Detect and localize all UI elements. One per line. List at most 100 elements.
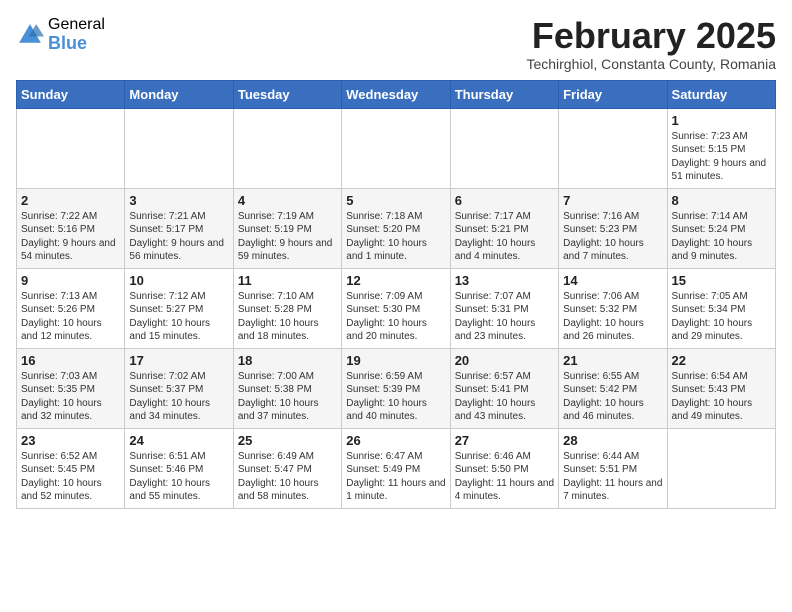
day-info: Sunrise: 7:06 AM Sunset: 5:32 PM Dayligh… bbox=[563, 290, 662, 344]
logo-icon bbox=[16, 21, 44, 49]
location: Techirghiol, Constanta County, Romania bbox=[526, 56, 776, 72]
calendar-week-row: 9 Sunrise: 7:13 AM Sunset: 5:26 PM Daylig… bbox=[17, 268, 776, 348]
calendar-cell: 28 Sunrise: 6:44 AM Sunset: 5:51 PM Dayli… bbox=[559, 428, 667, 508]
calendar-cell: 23Sunrise: 6:52 AM Sunset: 5:45 PM Dayli… bbox=[17, 428, 125, 508]
day-info: Sunrise: 7:19 AM Sunset: 5:19 PM Dayligh… bbox=[238, 210, 337, 264]
calendar-cell: 22 Sunrise: 6:54 AM Sunset: 5:43 PM Dayli… bbox=[667, 348, 775, 428]
calendar-cell: 7 Sunrise: 7:16 AM Sunset: 5:23 PM Daylig… bbox=[559, 188, 667, 268]
day-info: Sunrise: 7:02 AM Sunset: 5:37 PM Dayligh… bbox=[129, 370, 228, 424]
day-info: Sunrise: 6:57 AM Sunset: 5:41 PM Dayligh… bbox=[455, 370, 554, 424]
calendar-cell: 27Sunrise: 6:46 AM Sunset: 5:50 PM Dayli… bbox=[450, 428, 558, 508]
calendar-cell: 8 Sunrise: 7:14 AM Sunset: 5:24 PM Daylig… bbox=[667, 188, 775, 268]
day-info: Sunrise: 6:54 AM Sunset: 5:43 PM Dayligh… bbox=[672, 370, 771, 424]
calendar-cell: 25Sunrise: 6:49 AM Sunset: 5:47 PM Dayli… bbox=[233, 428, 341, 508]
day-number: 4 bbox=[238, 193, 337, 208]
calendar-week-row: 1 Sunrise: 7:23 AM Sunset: 5:15 PM Daylig… bbox=[17, 108, 776, 188]
page-header: General Blue February 2025 Techirghiol, … bbox=[16, 16, 776, 72]
day-info: Sunrise: 7:09 AM Sunset: 5:30 PM Dayligh… bbox=[346, 290, 445, 344]
calendar-cell: 15 Sunrise: 7:05 AM Sunset: 5:34 PM Dayli… bbox=[667, 268, 775, 348]
day-number: 23 bbox=[21, 433, 120, 448]
day-number: 2 bbox=[21, 193, 120, 208]
day-number: 18 bbox=[238, 353, 337, 368]
calendar-cell: 13 Sunrise: 7:07 AM Sunset: 5:31 PM Dayli… bbox=[450, 268, 558, 348]
day-number: 11 bbox=[238, 273, 337, 288]
logo: General Blue bbox=[16, 16, 105, 53]
calendar-cell bbox=[667, 428, 775, 508]
calendar-cell: 5 Sunrise: 7:18 AM Sunset: 5:20 PM Daylig… bbox=[342, 188, 450, 268]
day-number: 21 bbox=[563, 353, 662, 368]
day-info: Sunrise: 7:07 AM Sunset: 5:31 PM Dayligh… bbox=[455, 290, 554, 344]
calendar-cell: 10 Sunrise: 7:12 AM Sunset: 5:27 PM Dayli… bbox=[125, 268, 233, 348]
calendar-week-row: 2 Sunrise: 7:22 AM Sunset: 5:16 PM Daylig… bbox=[17, 188, 776, 268]
calendar-cell: 4 Sunrise: 7:19 AM Sunset: 5:19 PM Daylig… bbox=[233, 188, 341, 268]
day-number: 5 bbox=[346, 193, 445, 208]
day-number: 14 bbox=[563, 273, 662, 288]
day-number: 20 bbox=[455, 353, 554, 368]
weekday-header: Sunday bbox=[17, 80, 125, 108]
day-number: 6 bbox=[455, 193, 554, 208]
calendar-cell: 2 Sunrise: 7:22 AM Sunset: 5:16 PM Daylig… bbox=[17, 188, 125, 268]
calendar-cell: 26 Sunrise: 6:47 AM Sunset: 5:49 PM Dayli… bbox=[342, 428, 450, 508]
day-number: 9 bbox=[21, 273, 120, 288]
day-number: 16 bbox=[21, 353, 120, 368]
calendar-cell: 1 Sunrise: 7:23 AM Sunset: 5:15 PM Daylig… bbox=[667, 108, 775, 188]
day-info: Sunrise: 6:59 AM Sunset: 5:39 PM Dayligh… bbox=[346, 370, 445, 424]
day-info: Sunrise: 6:44 AM Sunset: 5:51 PM Dayligh… bbox=[563, 450, 662, 504]
weekday-header: Thursday bbox=[450, 80, 558, 108]
day-info: Sunrise: 7:12 AM Sunset: 5:27 PM Dayligh… bbox=[129, 290, 228, 344]
day-number: 12 bbox=[346, 273, 445, 288]
day-number: 13 bbox=[455, 273, 554, 288]
calendar-body: 1 Sunrise: 7:23 AM Sunset: 5:15 PM Daylig… bbox=[17, 108, 776, 508]
day-number: 15 bbox=[672, 273, 771, 288]
title-block: February 2025 Techirghiol, Constanta Cou… bbox=[526, 16, 776, 72]
day-number: 8 bbox=[672, 193, 771, 208]
calendar-cell: 17 Sunrise: 7:02 AM Sunset: 5:37 PM Dayli… bbox=[125, 348, 233, 428]
calendar-cell: 14 Sunrise: 7:06 AM Sunset: 5:32 PM Dayli… bbox=[559, 268, 667, 348]
day-number: 3 bbox=[129, 193, 228, 208]
day-info: Sunrise: 7:00 AM Sunset: 5:38 PM Dayligh… bbox=[238, 370, 337, 424]
calendar-cell: 12 Sunrise: 7:09 AM Sunset: 5:30 PM Dayli… bbox=[342, 268, 450, 348]
day-info: Sunrise: 6:55 AM Sunset: 5:42 PM Dayligh… bbox=[563, 370, 662, 424]
day-info: Sunrise: 7:13 AM Sunset: 5:26 PM Dayligh… bbox=[21, 290, 120, 344]
logo-general: General bbox=[48, 16, 105, 34]
calendar-cell: 3 Sunrise: 7:21 AM Sunset: 5:17 PM Daylig… bbox=[125, 188, 233, 268]
calendar-header: SundayMondayTuesdayWednesdayThursdayFrid… bbox=[17, 80, 776, 108]
logo-text: General Blue bbox=[48, 16, 105, 53]
day-info: Sunrise: 7:14 AM Sunset: 5:24 PM Dayligh… bbox=[672, 210, 771, 264]
calendar-week-row: 16 Sunrise: 7:03 AM Sunset: 5:35 PM Dayli… bbox=[17, 348, 776, 428]
calendar-cell: 20 Sunrise: 6:57 AM Sunset: 5:41 PM Dayli… bbox=[450, 348, 558, 428]
weekday-row: SundayMondayTuesdayWednesdayThursdayFrid… bbox=[17, 80, 776, 108]
day-number: 19 bbox=[346, 353, 445, 368]
day-number: 17 bbox=[129, 353, 228, 368]
calendar-cell: 9 Sunrise: 7:13 AM Sunset: 5:26 PM Daylig… bbox=[17, 268, 125, 348]
day-info: Sunrise: 7:23 AM Sunset: 5:15 PM Dayligh… bbox=[672, 130, 771, 184]
day-info: Sunrise: 6:47 AM Sunset: 5:49 PM Dayligh… bbox=[346, 450, 445, 504]
day-info: Sunrise: 7:05 AM Sunset: 5:34 PM Dayligh… bbox=[672, 290, 771, 344]
calendar-cell: 18 Sunrise: 7:00 AM Sunset: 5:38 PM Dayli… bbox=[233, 348, 341, 428]
day-info: Sunrise: 7:16 AM Sunset: 5:23 PM Dayligh… bbox=[563, 210, 662, 264]
day-info: Sunrise: 6:51 AM Sunset: 5:46 PM Dayligh… bbox=[129, 450, 228, 504]
day-info: Sunrise: 7:18 AM Sunset: 5:20 PM Dayligh… bbox=[346, 210, 445, 264]
day-info: Sunrise: 7:22 AM Sunset: 5:16 PM Dayligh… bbox=[21, 210, 120, 264]
day-info: Sunrise: 6:49 AM Sunset: 5:47 PM Dayligh… bbox=[238, 450, 337, 504]
calendar-cell bbox=[233, 108, 341, 188]
calendar-cell bbox=[450, 108, 558, 188]
weekday-header: Wednesday bbox=[342, 80, 450, 108]
weekday-header: Friday bbox=[559, 80, 667, 108]
day-number: 28 bbox=[563, 433, 662, 448]
day-number: 24 bbox=[129, 433, 228, 448]
day-number: 10 bbox=[129, 273, 228, 288]
calendar-cell bbox=[17, 108, 125, 188]
day-number: 1 bbox=[672, 113, 771, 128]
day-info: Sunrise: 7:10 AM Sunset: 5:28 PM Dayligh… bbox=[238, 290, 337, 344]
calendar-cell: 21 Sunrise: 6:55 AM Sunset: 5:42 PM Dayli… bbox=[559, 348, 667, 428]
day-number: 7 bbox=[563, 193, 662, 208]
day-info: Sunrise: 7:21 AM Sunset: 5:17 PM Dayligh… bbox=[129, 210, 228, 264]
day-number: 22 bbox=[672, 353, 771, 368]
day-number: 27 bbox=[455, 433, 554, 448]
month-year: February 2025 bbox=[526, 16, 776, 56]
day-info: Sunrise: 7:03 AM Sunset: 5:35 PM Dayligh… bbox=[21, 370, 120, 424]
calendar: SundayMondayTuesdayWednesdayThursdayFrid… bbox=[16, 80, 776, 509]
day-number: 26 bbox=[346, 433, 445, 448]
calendar-cell: 11 Sunrise: 7:10 AM Sunset: 5:28 PM Dayli… bbox=[233, 268, 341, 348]
